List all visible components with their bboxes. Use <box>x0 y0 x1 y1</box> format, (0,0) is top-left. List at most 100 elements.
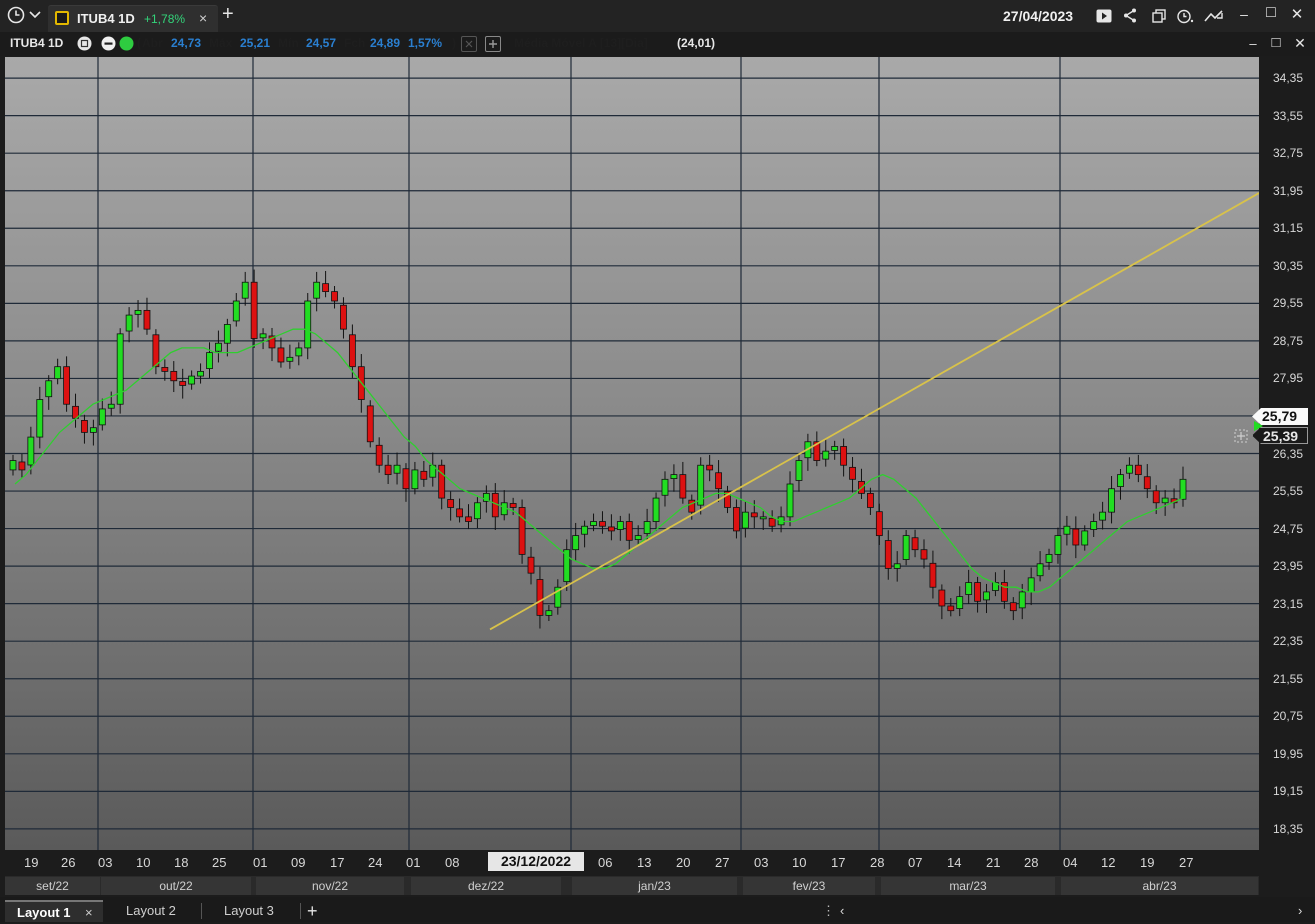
candle[interactable] <box>1090 513 1098 538</box>
candle[interactable] <box>179 368 187 399</box>
candle[interactable] <box>724 485 731 514</box>
candle[interactable] <box>295 342 303 366</box>
candle[interactable] <box>831 440 839 460</box>
candle[interactable] <box>474 497 481 529</box>
candle[interactable] <box>911 529 919 558</box>
candle[interactable] <box>1036 551 1044 582</box>
candle[interactable] <box>625 513 633 554</box>
candle[interactable] <box>661 471 669 507</box>
alarm-clock-icon[interactable] <box>1177 8 1195 24</box>
candle[interactable] <box>72 393 79 428</box>
candle[interactable] <box>1126 457 1133 479</box>
candle[interactable] <box>223 318 231 357</box>
layout-tab-1[interactable]: Layout 1 × <box>5 900 103 922</box>
candle[interactable] <box>411 461 419 495</box>
candle[interactable] <box>849 457 856 493</box>
share-icon[interactable] <box>1122 7 1138 23</box>
candle[interactable] <box>420 461 428 487</box>
candle[interactable] <box>938 584 946 620</box>
candle[interactable] <box>259 328 267 350</box>
candle[interactable] <box>206 342 213 378</box>
candle[interactable] <box>116 328 124 414</box>
candle[interactable] <box>286 344 294 369</box>
candle[interactable] <box>89 419 97 446</box>
candle[interactable] <box>134 300 142 328</box>
candle[interactable] <box>1000 569 1008 609</box>
candle[interactable] <box>518 499 526 564</box>
candle[interactable] <box>795 454 803 492</box>
candle[interactable] <box>402 463 410 502</box>
candle[interactable] <box>54 358 62 385</box>
candle[interactable] <box>536 566 544 629</box>
candle[interactable] <box>188 370 196 390</box>
close-tab-icon[interactable]: × <box>199 10 207 26</box>
candle[interactable] <box>277 337 285 368</box>
crosshair-plus-icon[interactable] <box>1233 428 1249 444</box>
candle[interactable] <box>170 361 178 393</box>
candle[interactable] <box>241 271 249 306</box>
candle[interactable] <box>759 511 767 530</box>
candle[interactable] <box>875 503 883 545</box>
candle[interactable] <box>1108 476 1115 524</box>
candle[interactable] <box>527 546 535 585</box>
tab-itub4[interactable]: ITUB4 1D +1,78% × <box>48 5 218 33</box>
minimize-icon[interactable]: – <box>1236 5 1252 23</box>
candle[interactable] <box>438 459 446 510</box>
chart-area[interactable] <box>5 57 1259 850</box>
candle[interactable] <box>18 453 26 478</box>
candle[interactable] <box>786 471 794 527</box>
clock-icon[interactable] <box>6 5 26 25</box>
candle[interactable] <box>125 307 133 343</box>
candle[interactable] <box>313 271 321 312</box>
candle[interactable] <box>920 539 928 569</box>
candle[interactable] <box>706 454 714 482</box>
candle[interactable] <box>322 270 329 298</box>
more-options-icon[interactable]: ⋮ <box>822 900 835 922</box>
candle[interactable] <box>27 426 35 475</box>
trend-line-icon[interactable] <box>1204 8 1224 24</box>
candle[interactable] <box>36 386 44 449</box>
candle[interactable] <box>1072 516 1080 559</box>
candle[interactable] <box>304 293 312 360</box>
candle[interactable] <box>679 461 687 504</box>
candle[interactable] <box>867 487 874 515</box>
candle[interactable] <box>197 363 204 384</box>
candle[interactable] <box>1134 454 1142 483</box>
candle[interactable] <box>1179 466 1187 507</box>
candle[interactable] <box>331 285 338 309</box>
panel-close-icon[interactable]: ✕ <box>1292 33 1308 53</box>
candle[interactable] <box>45 375 53 410</box>
candle[interactable] <box>858 468 865 500</box>
candle[interactable] <box>965 569 973 604</box>
maximize-icon[interactable]: □ <box>1263 4 1279 22</box>
layout-tab-close-icon[interactable]: × <box>85 902 93 924</box>
layout-tab-2[interactable]: Layout 2 <box>126 900 176 922</box>
panel-maximize-icon[interactable]: □ <box>1268 32 1284 52</box>
candle[interactable] <box>9 454 17 476</box>
candle[interactable] <box>447 491 455 521</box>
candle[interactable] <box>268 327 276 362</box>
copy-window-icon[interactable] <box>1151 8 1167 24</box>
candle[interactable] <box>456 498 463 523</box>
candle[interactable] <box>733 499 740 539</box>
candle[interactable] <box>250 269 258 348</box>
chevron-down-icon[interactable] <box>28 8 42 22</box>
candle[interactable] <box>715 460 722 502</box>
close-icon[interactable]: ✕ <box>1289 5 1305 23</box>
candlestick-chart[interactable] <box>5 57 1259 850</box>
candle[interactable] <box>500 490 508 521</box>
candle[interactable] <box>983 583 990 614</box>
add-layout-button[interactable]: + <box>307 900 318 922</box>
candle[interactable] <box>1161 490 1169 516</box>
candle[interactable] <box>1009 597 1017 621</box>
indicator-settings-icon[interactable] <box>461 36 477 52</box>
candle[interactable] <box>563 539 571 591</box>
candle[interactable] <box>465 504 472 530</box>
candle[interactable] <box>884 530 892 580</box>
add-indicator-icon[interactable] <box>485 36 501 52</box>
scroll-right-icon[interactable]: › <box>1298 900 1302 922</box>
trend-line[interactable] <box>489 192 1259 631</box>
candle[interactable] <box>813 431 821 467</box>
candle[interactable] <box>1063 515 1071 546</box>
panel-minimize-icon[interactable]: – <box>1245 33 1261 53</box>
